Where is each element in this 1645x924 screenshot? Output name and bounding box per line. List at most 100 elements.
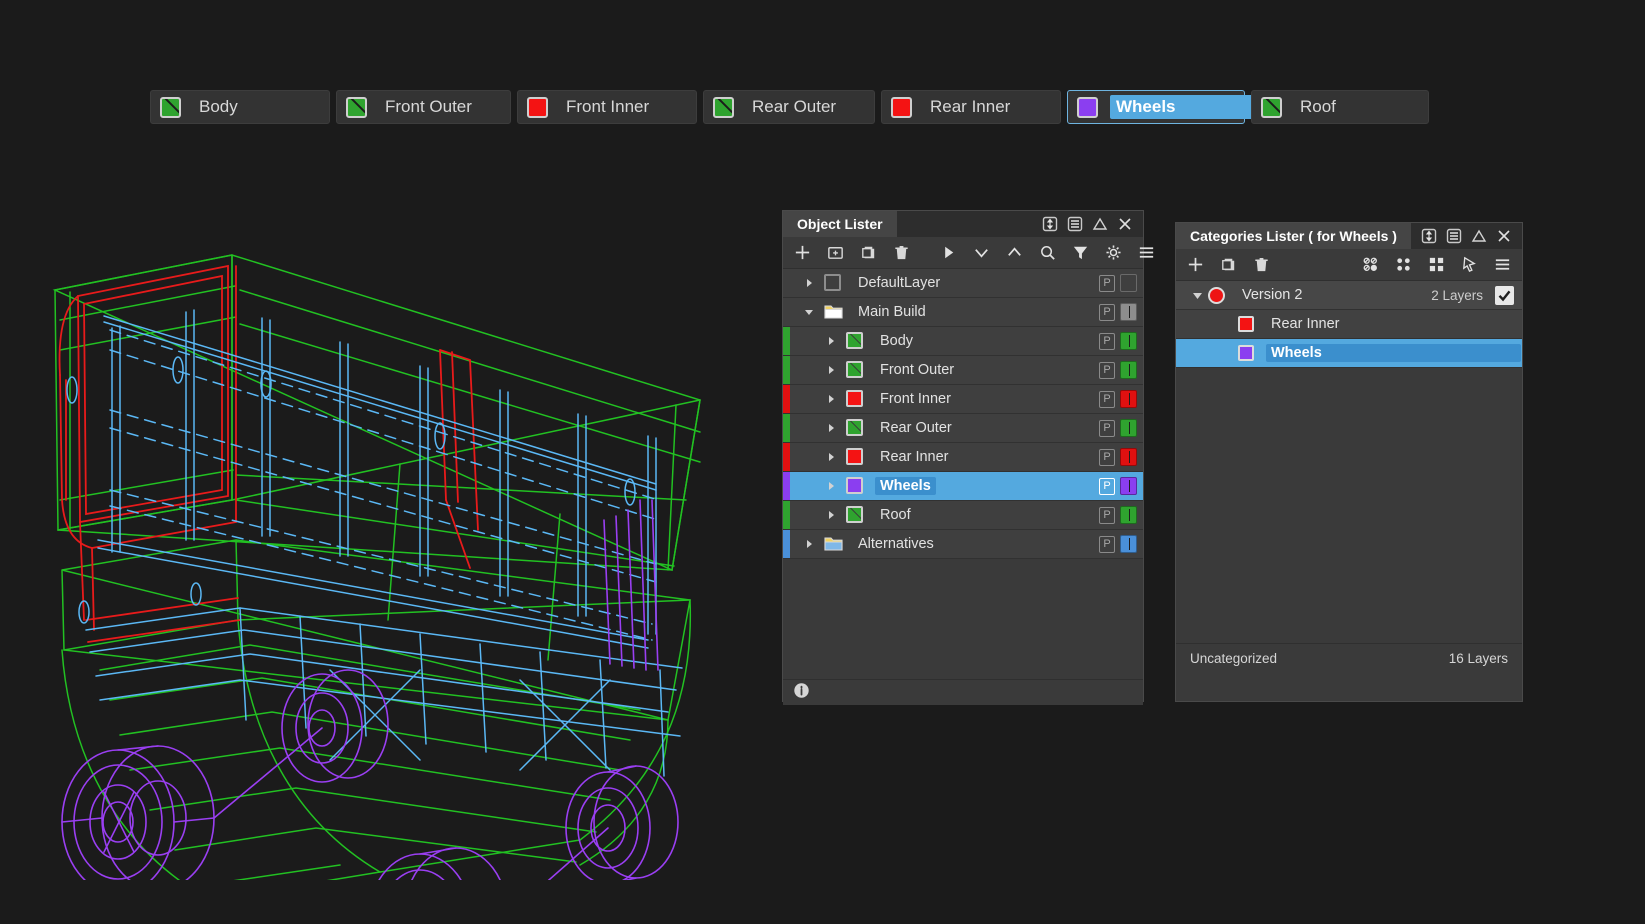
layer-color-swatch[interactable] xyxy=(846,419,864,437)
visibility-badge[interactable] xyxy=(1120,477,1137,495)
chevron-down-icon[interactable] xyxy=(972,243,991,262)
list-view-icon[interactable] xyxy=(1067,216,1083,232)
layer-color-swatch[interactable] xyxy=(1261,96,1282,118)
visibility-badge[interactable] xyxy=(1120,535,1137,553)
object-lister-row[interactable]: Front Inner P xyxy=(783,385,1143,414)
print-badge[interactable]: P xyxy=(1099,274,1115,292)
object-lister-tree[interactable]: DefaultLayer P Main Build P Body P Front Outer… xyxy=(783,269,1143,679)
layer-tab-rear-inner[interactable]: Rear Inner xyxy=(881,90,1061,124)
chevron-right-icon[interactable] xyxy=(823,327,839,356)
object-lister-row[interactable]: Alternatives P xyxy=(783,530,1143,559)
layer-color-swatch[interactable] xyxy=(846,332,864,350)
layer-color-swatch[interactable] xyxy=(891,96,912,118)
object-lister-row[interactable]: Body P xyxy=(783,327,1143,356)
layer-color-swatch[interactable] xyxy=(846,390,864,408)
delete-icon[interactable] xyxy=(1252,255,1271,274)
layer-color-swatch[interactable] xyxy=(346,96,367,118)
layer-color-swatch[interactable] xyxy=(160,96,181,118)
print-badge[interactable]: P xyxy=(1099,303,1115,321)
warning-triangle-icon[interactable] xyxy=(1471,228,1487,244)
layer-color-swatch[interactable] xyxy=(713,96,734,118)
layer-tab-front-inner[interactable]: Front Inner xyxy=(517,90,697,124)
categories-lister-row[interactable]: Version 2 2 Layers xyxy=(1176,281,1522,310)
layer-color-swatch[interactable] xyxy=(846,506,864,524)
object-lister-row[interactable]: Rear Inner P xyxy=(783,443,1143,472)
object-lister-row[interactable]: DefaultLayer P xyxy=(783,269,1143,298)
layer-color-swatch[interactable] xyxy=(1077,96,1098,118)
folder-icon[interactable] xyxy=(824,535,843,553)
play-icon[interactable] xyxy=(939,243,958,262)
visibility-badge[interactable] xyxy=(1120,332,1137,350)
chevron-up-icon[interactable] xyxy=(1005,243,1024,262)
print-badge[interactable]: P xyxy=(1099,506,1115,524)
dot-grid-icon[interactable] xyxy=(1394,255,1413,274)
chevron-down-icon[interactable] xyxy=(801,298,817,327)
layer-tab-wheels[interactable]: Wheels xyxy=(1067,90,1296,124)
warning-triangle-icon[interactable] xyxy=(1092,216,1108,232)
layer-color-swatch[interactable] xyxy=(1238,316,1254,332)
print-badge[interactable]: P xyxy=(1099,535,1115,553)
search-icon[interactable] xyxy=(1038,243,1057,262)
chevron-right-icon[interactable] xyxy=(823,385,839,414)
duplicate-icon[interactable] xyxy=(1219,255,1238,274)
chevron-right-icon[interactable] xyxy=(823,356,839,385)
categories-lister-row[interactable]: Rear Inner xyxy=(1176,310,1522,339)
visibility-badge[interactable] xyxy=(1120,303,1137,321)
object-lister-row[interactable]: Rear Outer P xyxy=(783,414,1143,443)
viewport-3d-wireframe[interactable] xyxy=(0,200,760,880)
layer-color-swatch[interactable] xyxy=(1238,345,1254,361)
chevron-right-icon[interactable] xyxy=(823,501,839,530)
link-grid-icon[interactable] xyxy=(1361,255,1380,274)
duplicate-icon[interactable] xyxy=(859,243,878,262)
close-icon[interactable] xyxy=(1496,228,1512,244)
empty-square-icon[interactable] xyxy=(824,274,842,292)
layer-color-swatch[interactable] xyxy=(846,361,864,379)
chevron-down-icon[interactable] xyxy=(1186,281,1208,310)
chevron-right-icon[interactable] xyxy=(801,269,817,298)
chevron-right-icon[interactable] xyxy=(801,530,817,559)
add-folder-icon[interactable] xyxy=(826,243,845,262)
cursor-icon[interactable] xyxy=(1460,255,1479,274)
visibility-badge[interactable] xyxy=(1120,274,1137,292)
object-lister-row[interactable]: Front Outer P xyxy=(783,356,1143,385)
print-badge[interactable]: P xyxy=(1099,390,1115,408)
visibility-badge[interactable] xyxy=(1120,419,1137,437)
list-view-icon[interactable] xyxy=(1446,228,1462,244)
filter-icon[interactable] xyxy=(1071,243,1090,262)
print-badge[interactable]: P xyxy=(1099,361,1115,379)
visibility-badge[interactable] xyxy=(1120,448,1137,466)
category-color-dot[interactable] xyxy=(1208,286,1225,304)
layer-color-swatch[interactable] xyxy=(846,477,864,495)
info-icon[interactable] xyxy=(793,682,810,704)
print-badge[interactable]: P xyxy=(1099,448,1115,466)
layer-color-swatch[interactable] xyxy=(527,96,548,118)
categories-lister-row[interactable]: Wheels xyxy=(1176,339,1522,368)
grid-icon[interactable] xyxy=(1427,255,1446,274)
object-lister-row[interactable]: Roof P xyxy=(783,501,1143,530)
resize-vertical-icon[interactable] xyxy=(1421,228,1437,244)
folder-icon[interactable] xyxy=(824,303,843,321)
object-lister-row[interactable]: Wheels P xyxy=(783,472,1143,501)
print-badge[interactable]: P xyxy=(1099,419,1115,437)
chevron-right-icon[interactable] xyxy=(823,472,839,501)
layer-color-swatch[interactable] xyxy=(846,448,864,466)
object-lister-tab[interactable]: Object Lister xyxy=(783,211,897,237)
chevron-right-icon[interactable] xyxy=(823,414,839,443)
category-checkbox[interactable] xyxy=(1495,285,1514,305)
delete-icon[interactable] xyxy=(892,243,911,262)
visibility-badge[interactable] xyxy=(1120,361,1137,379)
categories-lister-tree[interactable]: Version 2 2 Layers Rear Inner Wheels xyxy=(1176,281,1522,643)
chevron-right-icon[interactable] xyxy=(823,443,839,472)
object-lister-row[interactable]: Main Build P xyxy=(783,298,1143,327)
resize-vertical-icon[interactable] xyxy=(1042,216,1058,232)
menu-icon[interactable] xyxy=(1137,243,1156,262)
layer-tab-body[interactable]: Body xyxy=(150,90,330,124)
menu-icon[interactable] xyxy=(1493,255,1512,274)
visibility-badge[interactable] xyxy=(1120,390,1137,408)
close-icon[interactable] xyxy=(1117,216,1133,232)
add-icon[interactable] xyxy=(1186,255,1205,274)
print-badge[interactable]: P xyxy=(1099,332,1115,350)
print-badge[interactable]: P xyxy=(1099,477,1115,495)
layer-tab-rear-outer[interactable]: Rear Outer xyxy=(703,90,875,124)
gear-icon[interactable] xyxy=(1104,243,1123,262)
